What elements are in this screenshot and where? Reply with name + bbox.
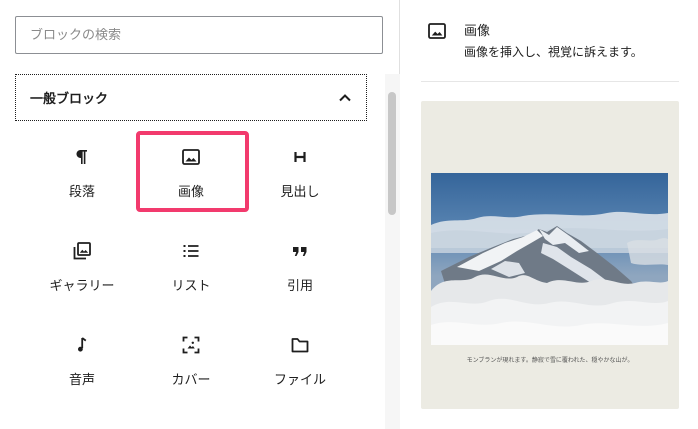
block-label: リスト bbox=[171, 279, 211, 294]
block-item-paragraph[interactable]: 段落 bbox=[34, 133, 130, 205]
block-label: ファイル bbox=[273, 373, 326, 388]
divider bbox=[421, 81, 679, 82]
mountain-photo bbox=[431, 173, 668, 345]
block-preview: モンブランが現れます。静寂で雪に覆われた、穏やかな山が。 bbox=[421, 101, 679, 409]
block-item-list[interactable]: リスト bbox=[143, 227, 239, 299]
block-label: 音声 bbox=[68, 373, 95, 388]
block-item-audio[interactable]: 音声 bbox=[34, 321, 130, 393]
block-info-description: 画像を挿入し、視覚に訴えます。 bbox=[464, 45, 643, 59]
block-label: 見出し bbox=[280, 185, 320, 200]
file-icon bbox=[291, 338, 309, 353]
cover-icon bbox=[182, 336, 200, 354]
block-label: ギャラリー bbox=[49, 279, 115, 294]
chevron-up-icon[interactable] bbox=[336, 89, 354, 107]
block-search-box[interactable] bbox=[15, 16, 383, 54]
block-info-title: 画像 bbox=[464, 24, 491, 39]
block-item-gallery[interactable]: ギャラリー bbox=[34, 227, 130, 299]
block-item-cover[interactable]: カバー bbox=[143, 321, 239, 393]
quote-icon bbox=[293, 247, 307, 256]
image-block-highlight bbox=[136, 131, 249, 212]
heading-icon bbox=[294, 152, 306, 162]
scrollbar-thumb[interactable] bbox=[388, 92, 396, 215]
block-item-quote[interactable]: 引用 bbox=[252, 227, 348, 299]
block-label: 引用 bbox=[286, 279, 313, 294]
gallery-icon bbox=[73, 242, 91, 260]
image-caption: モンブランが現れます。静寂で雪に覆われた、穏やかな山が。 bbox=[466, 357, 634, 364]
category-header-general[interactable]: 一般ブロック bbox=[15, 74, 367, 121]
category-title: 一般ブロック bbox=[30, 92, 109, 107]
image-icon bbox=[428, 23, 446, 39]
block-label: 段落 bbox=[68, 185, 95, 200]
block-inserter-panel: 一般ブロック 段落 画像 見出し ギャラリー bbox=[0, 0, 400, 429]
block-item-heading[interactable]: 見出し bbox=[252, 133, 348, 205]
block-label: カバー bbox=[171, 373, 211, 388]
block-search-input[interactable] bbox=[30, 27, 368, 43]
block-preview-panel: 画像 画像を挿入し、視覚に訴えます。 モンブランが現れます。静寂で雪に覆われた、… bbox=[401, 0, 698, 429]
audio-icon bbox=[78, 337, 87, 352]
list-icon bbox=[183, 245, 199, 257]
block-item-file[interactable]: ファイル bbox=[252, 321, 348, 393]
paragraph-icon bbox=[76, 150, 87, 164]
